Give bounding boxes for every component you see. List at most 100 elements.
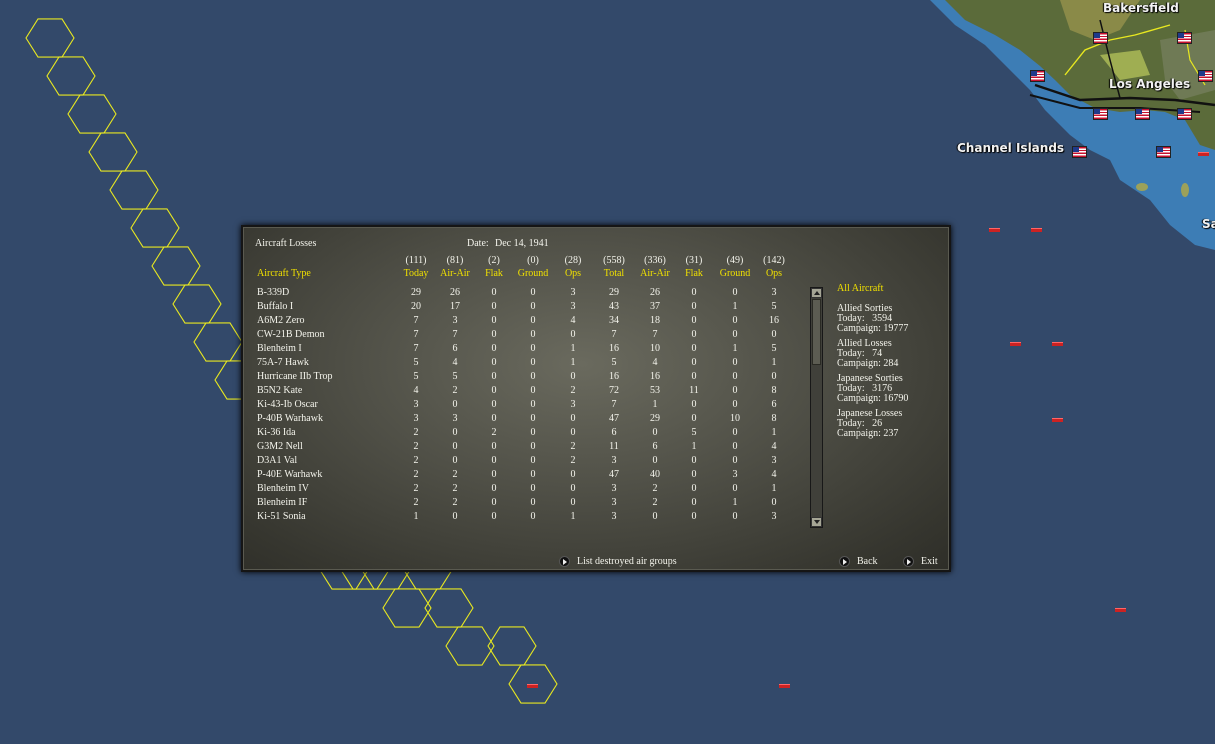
task-force-icon[interactable] [1031, 228, 1042, 232]
scroll-thumb[interactable] [812, 299, 821, 365]
cell-flak: 0 [491, 469, 497, 480]
cell-today: 7 [413, 343, 419, 354]
cell-total-flak: 1 [691, 441, 697, 452]
cell-total-flak: 0 [691, 371, 697, 382]
task-force-icon[interactable] [1052, 418, 1063, 422]
cell-ops: 2 [570, 385, 576, 396]
list-destroyed-arrow-icon[interactable] [559, 556, 570, 567]
column-header-ops[interactable]: Ops [553, 268, 593, 280]
cell-ground: 0 [530, 371, 536, 382]
list-scrollbar[interactable] [810, 287, 823, 528]
table-row[interactable]: Hurricane IIb Trop 5 5 0 0 0 16 16 0 0 0 [257, 370, 807, 384]
cell-total-flak: 5 [691, 427, 697, 438]
column-total-total-ops: (142) [763, 255, 785, 266]
allied-losses-campaign: Campaign: 284 [837, 358, 899, 369]
table-row[interactable]: Ki-36 Ida 2 0 2 0 0 6 0 5 0 1 [257, 426, 807, 440]
column-total-total: (558) [603, 255, 625, 266]
aircraft-type-cell: A6M2 Zero [257, 315, 305, 326]
cell-ground: 0 [530, 357, 536, 368]
task-force-icon[interactable] [1115, 608, 1126, 612]
table-row[interactable]: D3A1 Val 2 0 0 0 2 3 0 0 0 3 [257, 454, 807, 468]
table-row[interactable]: Ki-43-Ib Oscar 3 0 0 0 3 7 1 0 0 6 [257, 398, 807, 412]
back-button[interactable]: Back [857, 556, 878, 568]
cell-ops: 3 [570, 399, 576, 410]
scroll-up-arrow-icon[interactable] [811, 288, 822, 298]
cell-air-air: 7 [452, 329, 458, 340]
cell-today: 2 [413, 441, 419, 452]
table-row[interactable]: Blenheim IV 2 2 0 0 0 3 2 0 0 1 [257, 482, 807, 496]
column-header-total-ops[interactable]: Ops [754, 268, 794, 280]
column-header-total[interactable]: Total [594, 268, 634, 280]
cell-total-air-air: 7 [652, 329, 658, 340]
cell-air-air: 0 [452, 427, 458, 438]
column-header-flak[interactable]: Flak [474, 268, 514, 280]
label-channel-islands: Channel Islands [957, 141, 1065, 155]
table-row[interactable]: P-40E Warhawk 2 2 0 0 0 47 40 0 3 4 [257, 468, 807, 482]
cell-flak: 0 [491, 483, 497, 494]
task-force-icon[interactable] [1052, 342, 1063, 346]
cell-ops: 2 [570, 455, 576, 466]
us-base-flag-icon[interactable] [1072, 146, 1087, 158]
cell-total-ops: 0 [771, 329, 777, 340]
cell-ground: 0 [530, 385, 536, 396]
cell-total: 47 [609, 413, 619, 424]
cell-air-air: 0 [452, 511, 458, 522]
table-row[interactable]: P-40B Warhawk 3 3 0 0 0 47 29 0 10 8 [257, 412, 807, 426]
cell-flak: 2 [491, 427, 497, 438]
us-base-flag-icon[interactable] [1198, 70, 1213, 82]
task-force-icon[interactable] [527, 684, 538, 688]
cell-ground: 0 [530, 287, 536, 298]
allied-sorties-campaign: Campaign: 19777 [837, 323, 909, 334]
table-row[interactable]: 75A-7 Hawk 5 4 0 0 1 5 4 0 0 1 [257, 356, 807, 370]
cell-air-air: 2 [452, 385, 458, 396]
task-force-icon[interactable] [1198, 152, 1209, 156]
column-header-aircraft-type[interactable]: Aircraft Type [257, 268, 311, 280]
cell-ground: 0 [530, 315, 536, 326]
scroll-down-arrow-icon[interactable] [811, 517, 822, 527]
cell-total-ground: 0 [732, 455, 738, 466]
cell-total-air-air: 4 [652, 357, 658, 368]
column-header-total-ground[interactable]: Ground [715, 268, 755, 280]
column-header-total-air-air[interactable]: Air-Air [635, 268, 675, 280]
cell-today: 1 [413, 511, 419, 522]
task-force-icon[interactable] [989, 228, 1000, 232]
cell-total: 3 [611, 497, 617, 508]
table-row[interactable]: A6M2 Zero 7 3 0 0 4 34 18 0 0 16 [257, 314, 807, 328]
aircraft-type-cell: G3M2 Nell [257, 441, 303, 452]
table-row[interactable]: B-339D 29 26 0 0 3 29 26 0 0 3 [257, 286, 807, 300]
list-destroyed-air-groups-button[interactable]: List destroyed air groups [577, 556, 677, 568]
table-row[interactable]: CW-21B Demon 7 7 0 0 0 7 7 0 0 0 [257, 328, 807, 342]
aircraft-type-cell: Ki-36 Ida [257, 427, 296, 438]
us-base-flag-icon[interactable] [1156, 146, 1171, 158]
task-force-icon[interactable] [1010, 342, 1021, 346]
filter-all-aircraft[interactable]: All Aircraft [837, 283, 883, 295]
cell-total-flak: 0 [691, 413, 697, 424]
us-base-flag-icon[interactable] [1093, 32, 1108, 44]
cell-total-air-air: 0 [652, 455, 658, 466]
us-base-flag-icon[interactable] [1135, 108, 1150, 120]
cell-total-air-air: 0 [652, 511, 658, 522]
table-row[interactable]: Buffalo I 20 17 0 0 3 43 37 0 1 5 [257, 300, 807, 314]
column-header-total-flak[interactable]: Flak [674, 268, 714, 280]
us-base-flag-icon[interactable] [1030, 70, 1045, 82]
task-force-icon[interactable] [779, 684, 790, 688]
cell-total-flak: 0 [691, 357, 697, 368]
us-base-flag-icon[interactable] [1177, 32, 1192, 44]
table-row[interactable]: Ki-51 Sonia 1 0 0 0 1 3 0 0 0 3 [257, 510, 807, 524]
cell-today: 5 [413, 371, 419, 382]
table-row[interactable]: B5N2 Kate 4 2 0 0 2 72 53 11 0 8 [257, 384, 807, 398]
exit-arrow-icon[interactable] [903, 556, 914, 567]
us-base-flag-icon[interactable] [1093, 108, 1108, 120]
column-header-today[interactable]: Today [396, 268, 436, 280]
exit-button[interactable]: Exit [921, 556, 938, 568]
cell-ops: 2 [570, 441, 576, 452]
cell-total-ground: 1 [732, 343, 738, 354]
column-header-air-air[interactable]: Air-Air [435, 268, 475, 280]
us-base-flag-icon[interactable] [1177, 108, 1192, 120]
column-header-ground[interactable]: Ground [513, 268, 553, 280]
back-arrow-icon[interactable] [839, 556, 850, 567]
table-row[interactable]: Blenheim IF 2 2 0 0 0 3 2 0 1 0 [257, 496, 807, 510]
table-row[interactable]: Blenheim I 7 6 0 0 1 16 10 0 1 5 [257, 342, 807, 356]
cell-ground: 0 [530, 497, 536, 508]
table-row[interactable]: G3M2 Nell 2 0 0 0 2 11 6 1 0 4 [257, 440, 807, 454]
